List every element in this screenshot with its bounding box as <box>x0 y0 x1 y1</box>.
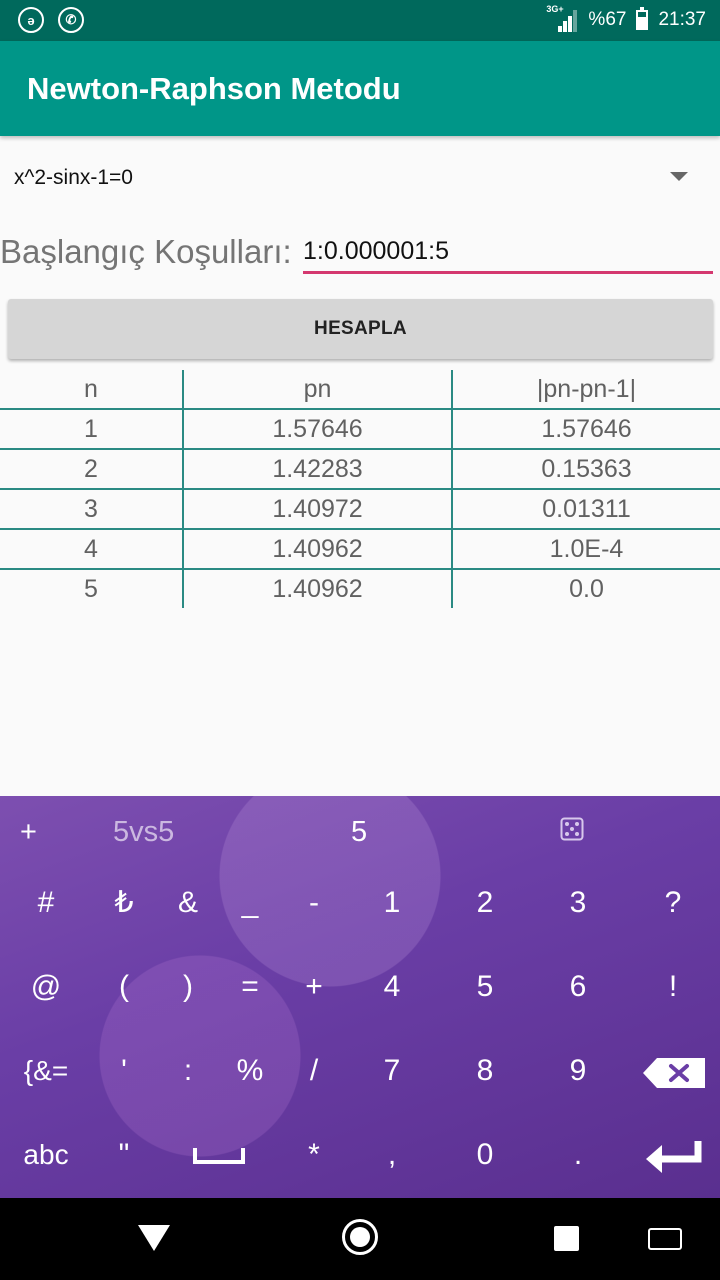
dice-icon[interactable] <box>560 817 584 841</box>
cell-diff: 0.01311 <box>452 489 720 530</box>
table-row: 1 1.57646 1.57646 <box>0 409 720 450</box>
battery-percent: %67 <box>588 9 627 30</box>
app-bar: Newton-Raphson Metodu <box>0 41 720 136</box>
conditions-label: Başlangıç Koşulları: <box>0 233 292 270</box>
key[interactable]: ? <box>638 873 708 933</box>
key[interactable]: 7 <box>357 1041 427 1101</box>
key[interactable]: 4 <box>357 957 427 1017</box>
whatsapp-icon: ✆ <box>58 7 84 33</box>
key[interactable]: ₺ <box>89 873 159 933</box>
navigation-bar <box>0 1198 720 1280</box>
table-row: 5 1.40962 0.0 <box>0 569 720 608</box>
key[interactable]: , <box>357 1125 427 1185</box>
dropdown-arrow-icon <box>670 172 688 181</box>
cell-pn: 1.40962 <box>183 569 453 608</box>
signal-icon: 3G+ <box>546 4 578 32</box>
recent-apps-icon[interactable] <box>554 1226 579 1251</box>
cell-n: 4 <box>0 529 184 570</box>
status-bar: ə ✆ 3G+ %67 21:37 <box>0 0 720 41</box>
table-row: 4 1.40962 1.0E-4 <box>0 529 720 570</box>
home-icon[interactable] <box>342 1219 378 1255</box>
key[interactable]: ! <box>638 957 708 1017</box>
key[interactable]: = <box>215 957 285 1017</box>
key[interactable]: / <box>279 1041 349 1101</box>
suggestion-5[interactable]: 5 <box>351 816 367 849</box>
key[interactable]: 5 <box>450 957 520 1017</box>
cell-pn: 1.42283 <box>183 449 453 490</box>
cell-diff: 1.0E-4 <box>452 529 720 570</box>
table-row: 3 1.40972 0.01311 <box>0 489 720 530</box>
key[interactable]: 0 <box>450 1125 520 1185</box>
abc-key[interactable]: abc <box>11 1125 81 1185</box>
table-header-row: n pn |pn-pn-1| <box>0 370 720 410</box>
key[interactable]: ( <box>89 957 159 1017</box>
cell-n: 1 <box>0 409 184 450</box>
clock: 21:37 <box>658 9 706 30</box>
key[interactable]: : <box>153 1041 223 1101</box>
suggestion-5vs5[interactable]: 5vs5 <box>113 816 174 849</box>
header-diff: |pn-pn-1| <box>452 370 720 410</box>
key[interactable]: - <box>279 873 349 933</box>
cell-pn: 1.57646 <box>183 409 453 450</box>
cell-diff: 0.0 <box>569 574 604 603</box>
key[interactable]: " <box>89 1125 159 1185</box>
backspace-icon[interactable] <box>643 1058 705 1088</box>
key[interactable]: # <box>11 873 81 933</box>
key[interactable]: 9 <box>543 1041 613 1101</box>
cell-n: 3 <box>0 489 184 530</box>
network-type: 3G+ <box>546 4 564 14</box>
key[interactable]: % <box>215 1041 285 1101</box>
key[interactable]: * <box>279 1125 349 1185</box>
key[interactable]: ' <box>89 1041 159 1101</box>
conditions-input[interactable] <box>303 236 713 274</box>
header-pn: pn <box>183 370 453 410</box>
key[interactable]: + <box>279 957 349 1017</box>
cell-n: 2 <box>0 449 184 490</box>
key[interactable]: @ <box>11 957 81 1017</box>
enter-icon[interactable] <box>644 1139 704 1173</box>
table-row: 2 1.42283 0.15363 <box>0 449 720 490</box>
key[interactable]: & <box>153 873 223 933</box>
cell-diff: 0.15363 <box>452 449 720 490</box>
results-table: n pn |pn-pn-1| 1 1.57646 1.57646 2 1.422… <box>0 370 720 608</box>
header-n: n <box>0 370 184 410</box>
app-title: Newton-Raphson Metodu <box>27 71 401 106</box>
equation-spinner[interactable]: x^2-sinx-1=0 <box>0 150 720 206</box>
key[interactable]: _ <box>215 873 285 933</box>
key[interactable]: . <box>543 1125 613 1185</box>
cell-n: 5 <box>0 569 184 608</box>
suggestion-plus[interactable]: + <box>20 816 37 849</box>
key[interactable]: 8 <box>450 1041 520 1101</box>
calculate-button[interactable]: HESAPLA <box>8 299 713 359</box>
key[interactable]: 3 <box>543 873 613 933</box>
bip-icon: ə <box>18 7 44 33</box>
cell-pn: 1.40972 <box>183 489 453 530</box>
key[interactable]: 2 <box>450 873 520 933</box>
cell-pn: 1.40962 <box>183 529 453 570</box>
symbols-page-key[interactable]: {&= <box>11 1041 81 1101</box>
battery-icon <box>636 7 649 30</box>
equation-value: x^2-sinx-1=0 <box>14 166 133 189</box>
key[interactable]: 6 <box>543 957 613 1017</box>
keyboard-switch-icon[interactable] <box>648 1228 682 1250</box>
key[interactable]: 1 <box>357 873 427 933</box>
back-icon[interactable] <box>138 1225 170 1251</box>
key[interactable]: ) <box>153 957 223 1017</box>
space-key-icon[interactable] <box>193 1146 245 1164</box>
keyboard: + 5vs5 5 # ₺ & _ - 1 2 3 ? @ ( ) = + 4 5… <box>0 796 720 1198</box>
cell-diff: 1.57646 <box>452 409 720 450</box>
